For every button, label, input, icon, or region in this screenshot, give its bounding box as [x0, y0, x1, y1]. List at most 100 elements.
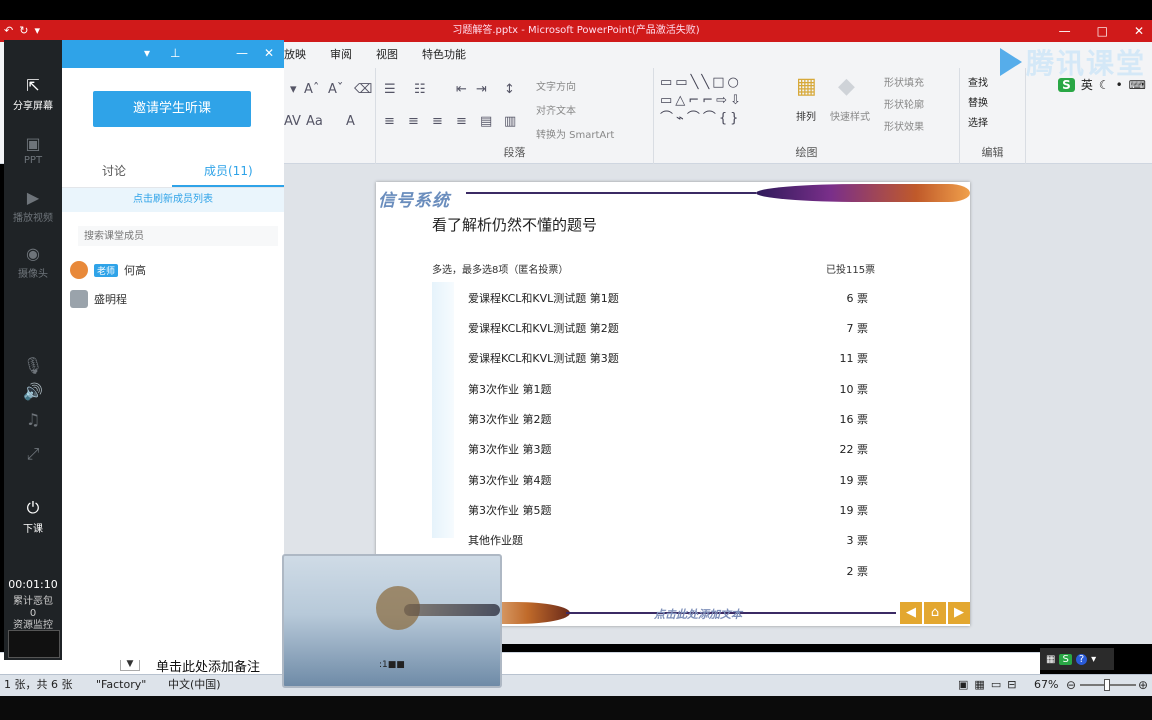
- character-spacing-icon[interactable]: AV: [284, 114, 301, 129]
- shape-fill-button[interactable]: 形状填充: [884, 74, 924, 89]
- font-color-icon[interactable]: A: [346, 114, 355, 129]
- change-case-icon[interactable]: Aa: [306, 114, 323, 129]
- distributed-icon[interactable]: ▤: [480, 114, 492, 129]
- bullets-icon[interactable]: ☰: [384, 82, 396, 97]
- music-button[interactable]: ♫: [4, 410, 62, 431]
- shrink-font-icon[interactable]: Aˇ: [328, 82, 343, 97]
- justify-icon[interactable]: ≡: [456, 114, 467, 129]
- speaker-button[interactable]: 🔊: [4, 382, 62, 403]
- poll-option-label: 爱课程KCL和KVL测试题 第3题: [468, 352, 619, 365]
- replace-button[interactable]: 替换: [968, 94, 988, 109]
- sorter-view-icon[interactable]: ▦: [974, 675, 984, 695]
- align-text-button[interactable]: 对齐文本: [536, 102, 576, 117]
- poll-accent-strip: [432, 282, 454, 538]
- tab-review[interactable]: 审阅: [330, 46, 352, 62]
- align-left-icon[interactable]: ≡: [384, 114, 395, 129]
- tab-slideshow[interactable]: 放映: [284, 46, 306, 62]
- language-indicator[interactable]: 中文(中国): [168, 675, 221, 695]
- arrange-button[interactable]: 排列: [796, 108, 816, 123]
- fullscreen-icon: ⤢: [26, 444, 40, 463]
- panel-minimize-icon[interactable]: —: [236, 46, 248, 60]
- panel-collapse-icon[interactable]: ▾: [144, 46, 150, 60]
- next-arrow-icon[interactable]: ▶: [948, 602, 970, 624]
- undo-icon[interactable]: ↶: [4, 20, 13, 42]
- ime-language[interactable]: 英: [1081, 76, 1093, 93]
- play-video-button[interactable]: ▶ 播放视频: [4, 188, 62, 224]
- quick-styles-button[interactable]: 快速样式: [830, 108, 870, 123]
- poll-option-label: 其他作业题: [468, 534, 523, 547]
- zoom-out-icon[interactable]: ⊖: [1066, 675, 1076, 695]
- zoom-level[interactable]: 67%: [1034, 675, 1058, 695]
- camera-button[interactable]: ◉ 摄像头: [4, 244, 62, 280]
- tab-members[interactable]: 成员(11): [204, 162, 253, 179]
- minimize-icon[interactable]: —: [1059, 20, 1071, 42]
- tab-view[interactable]: 视图: [376, 46, 398, 62]
- increase-indent-icon[interactable]: ⇥: [476, 82, 487, 97]
- refresh-members-link[interactable]: 点击刷新成员列表: [62, 188, 284, 212]
- tab-discuss[interactable]: 讨论: [102, 162, 126, 179]
- poll-option: 第3次作业 第5题 19 票: [468, 502, 868, 522]
- close-icon[interactable]: ✕: [1134, 20, 1144, 42]
- drawing-group: ▭▭╲╲□○ ▭△⌐⌐⇨⇩ ⌒⌁⌒⌒{} ▦ 排列 ◆ 快速样式 形状填充 形状轮廓…: [654, 68, 960, 164]
- poll-option-votes: 11 票: [839, 352, 869, 365]
- align-center-icon[interactable]: ≡: [408, 114, 419, 129]
- webcam-preview[interactable]: :1■■: [282, 554, 502, 688]
- microphone-button[interactable]: 🎙: [4, 356, 62, 377]
- slideshow-view-icon[interactable]: ⊟: [1007, 675, 1016, 695]
- clear-format-icon[interactable]: ⌫: [354, 82, 372, 97]
- zoom-slider[interactable]: ⊖ ⊕: [1066, 678, 1150, 692]
- pin-icon[interactable]: ⊥: [170, 46, 180, 60]
- class-timer: 00:01:10: [8, 578, 58, 591]
- decor-feather-top: [756, 184, 970, 202]
- maximize-icon[interactable]: □: [1097, 20, 1108, 42]
- grow-font-icon[interactable]: Aˆ: [304, 82, 319, 97]
- arrange-icon[interactable]: ▦: [796, 74, 817, 99]
- panel-close-icon[interactable]: ✕: [264, 46, 274, 60]
- home-icon[interactable]: ⌂: [924, 602, 946, 624]
- active-tab-indicator: [172, 185, 284, 187]
- reading-view-icon[interactable]: ▭: [991, 675, 1001, 695]
- decrease-indent-icon[interactable]: ⇤: [456, 82, 467, 97]
- tray-icons: ▦ S ? ▾: [1040, 648, 1114, 670]
- keyboard-icon[interactable]: ⌨: [1129, 78, 1146, 92]
- grid-icon[interactable]: ▦: [1046, 654, 1055, 665]
- quick-styles-icon[interactable]: ◆: [838, 74, 855, 99]
- text-direction-button[interactable]: 文字方向: [536, 78, 576, 93]
- shape-outline-button[interactable]: 形状轮廓: [884, 96, 924, 111]
- ime-logo-icon[interactable]: S: [1058, 77, 1075, 92]
- numbering-icon[interactable]: ☷: [414, 82, 426, 97]
- select-button[interactable]: 选择: [968, 114, 988, 129]
- columns-icon[interactable]: ▥: [504, 114, 516, 129]
- sogou-icon[interactable]: S: [1059, 653, 1072, 665]
- zoom-in-icon[interactable]: ⊕: [1138, 675, 1148, 695]
- invite-students-button[interactable]: 邀请学生听课: [93, 91, 251, 127]
- help-icon[interactable]: ?: [1075, 653, 1088, 665]
- zoom-thumb[interactable]: [1104, 679, 1110, 691]
- prev-arrow-icon[interactable]: ◀: [900, 602, 922, 624]
- ppt-button[interactable]: ▣ PPT: [4, 134, 62, 166]
- member-search-input[interactable]: [78, 226, 278, 246]
- end-class-button[interactable]: ⏻ 下课: [4, 498, 62, 535]
- qat-dropdown-icon[interactable]: ▾: [34, 20, 40, 42]
- fullscreen-button[interactable]: ⤢: [4, 444, 62, 466]
- accumulated-value: 0: [29, 608, 37, 619]
- shapes-gallery[interactable]: ▭▭╲╲□○ ▭△⌐⌐⇨⇩ ⌒⌁⌒⌒{}: [660, 74, 786, 130]
- redo-icon[interactable]: ↻: [19, 20, 28, 42]
- align-right-icon[interactable]: ≡: [432, 114, 443, 129]
- share-screen-button[interactable]: ⇱ 分享屏幕: [4, 76, 62, 112]
- convert-smartart-button[interactable]: 转换为 SmartArt: [536, 126, 614, 141]
- line-spacing-icon[interactable]: ↕: [504, 82, 515, 97]
- footer-placeholder[interactable]: 点击此处添加文本: [654, 606, 742, 622]
- poll-option-label: 爱课程KCL和KVL测试题 第1题: [468, 292, 619, 305]
- member-item[interactable]: 盛明程: [70, 289, 127, 309]
- normal-view-icon[interactable]: ▣: [958, 675, 968, 695]
- tab-features[interactable]: 特色功能: [422, 46, 466, 62]
- shape-effects-button[interactable]: 形状效果: [884, 118, 924, 133]
- dot-icon[interactable]: •: [1116, 78, 1123, 92]
- moon-icon[interactable]: ☾: [1099, 78, 1110, 92]
- tray-dropdown-icon[interactable]: ▾: [1091, 654, 1096, 665]
- member-item[interactable]: 老师 何高: [70, 260, 146, 280]
- find-button[interactable]: 查找: [968, 74, 988, 89]
- font-size-dropdown-icon[interactable]: ▾: [290, 82, 297, 97]
- resource-monitor-graph[interactable]: [8, 630, 60, 658]
